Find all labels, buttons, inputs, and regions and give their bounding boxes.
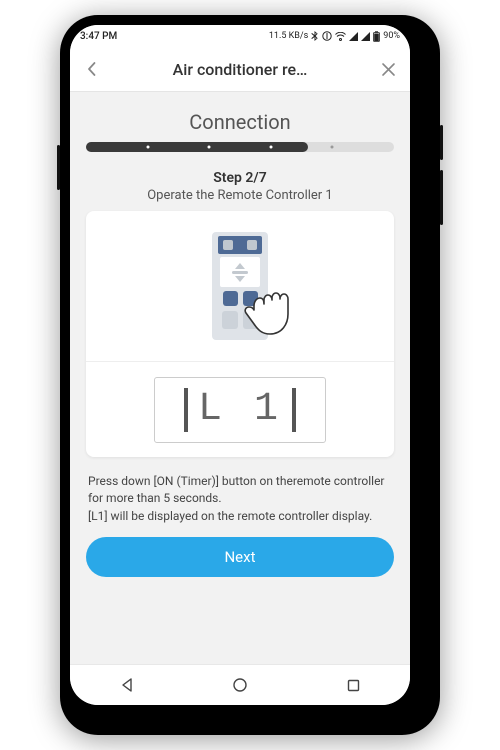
instructions-line: Press down [ON (Timer)] button on therem… [88, 474, 385, 505]
phone-side-button [440, 125, 443, 160]
wifi-icon [335, 32, 346, 41]
remote-illustration [86, 211, 394, 362]
android-nav-bar [70, 664, 410, 705]
instructions-line: [L1] will be displayed on the remote con… [88, 509, 372, 523]
android-home-button[interactable] [232, 677, 248, 693]
status-speed: 11.5 KB/s [269, 31, 308, 41]
lcd-illustration: L 1 [86, 362, 394, 457]
status-bar: 3:47 PM 11.5 KB/s 90% [70, 25, 410, 47]
app-bar: Air conditioner re… [70, 47, 410, 92]
hand-pointer-icon [242, 286, 302, 341]
app-bar-title: Air conditioner re… [106, 60, 374, 79]
lcd-bar-icon [184, 388, 188, 432]
nfc-icon [322, 31, 332, 41]
status-right: 11.5 KB/s 90% [269, 31, 400, 42]
close-button[interactable] [374, 55, 402, 83]
step-label: Step 2/7 [70, 170, 410, 186]
step-subtitle: Operate the Remote Controller 1 [70, 188, 410, 203]
android-recent-button[interactable] [346, 678, 361, 693]
status-time: 3:47 PM [80, 31, 117, 42]
section-title: Connection [70, 110, 410, 134]
chevron-left-icon [84, 61, 100, 77]
content: Connection Step 2/7 Operate the Remote C… [70, 92, 410, 664]
phone-screen: 3:47 PM 11.5 KB/s 90% Air conditioner re… [70, 25, 410, 705]
battery-icon [373, 31, 380, 42]
circle-home-icon [232, 677, 248, 693]
phone-side-button [57, 145, 60, 190]
progress-bar [70, 142, 410, 152]
illustration-card: L 1 [86, 211, 394, 457]
triangle-back-icon [119, 677, 135, 693]
next-button-label: Next [224, 548, 255, 566]
signal-icon [361, 32, 370, 41]
step-header: Step 2/7 Operate the Remote Controller 1 [70, 170, 410, 203]
instructions: Press down [ON (Timer)] button on therem… [70, 457, 410, 533]
close-icon [381, 62, 396, 77]
phone-frame: 3:47 PM 11.5 KB/s 90% Air conditioner re… [60, 15, 440, 735]
lcd-bar-icon [292, 388, 296, 432]
back-button[interactable] [78, 55, 106, 83]
square-recent-icon [346, 678, 361, 693]
next-button[interactable]: Next [86, 537, 394, 577]
lcd-code: L 1 [198, 390, 282, 430]
android-back-button[interactable] [119, 677, 135, 693]
signal-icon [349, 32, 358, 41]
status-battery: 90% [383, 31, 400, 41]
phone-side-button [440, 170, 443, 225]
progress-fill [86, 142, 308, 152]
bluetooth-icon [311, 31, 319, 41]
